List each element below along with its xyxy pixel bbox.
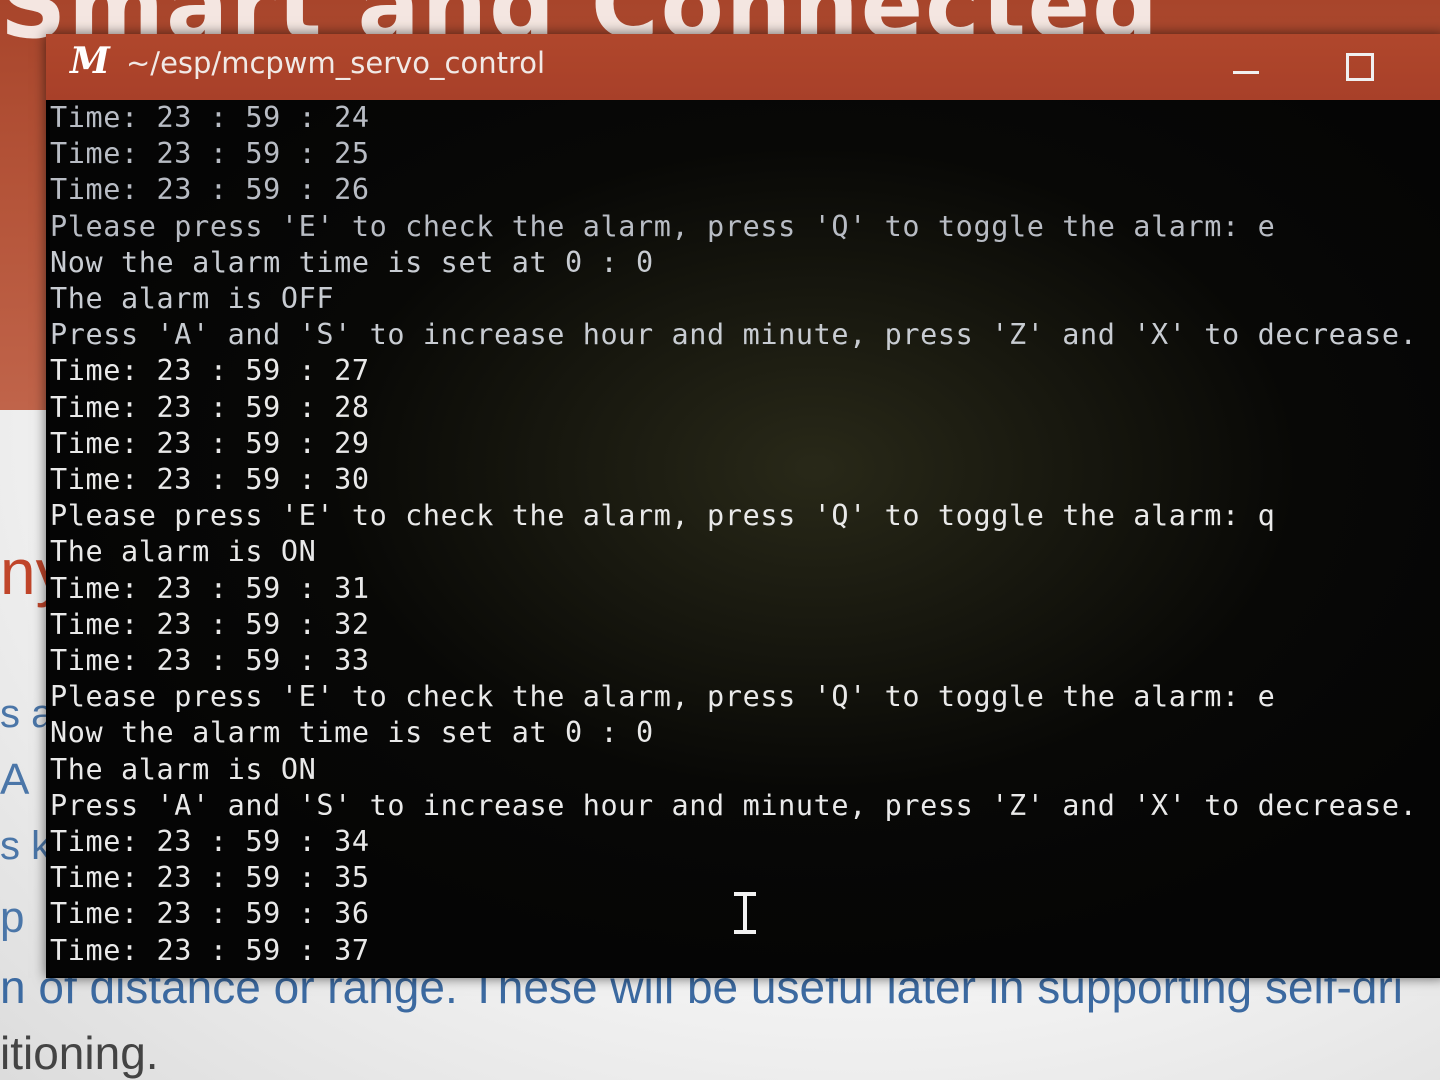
console-line: Time: 23 : 59 : 24 xyxy=(50,101,370,134)
minimize-icon xyxy=(1233,70,1259,74)
console-line: Time: 23 : 59 : 27 xyxy=(50,354,370,388)
console-line: Time: 23 : 59 : 32 xyxy=(50,607,370,641)
console-line: Time: 23 : 59 : 28 xyxy=(50,390,370,424)
console-line: Press 'A' and 'S' to increase hour and m… xyxy=(50,318,1418,352)
console-line: Time: 23 : 59 : 30 xyxy=(50,463,370,497)
console-line: Time: 23 : 59 : 33 xyxy=(50,644,370,678)
maximize-icon xyxy=(1346,53,1374,81)
maximize-button[interactable] xyxy=(1332,44,1388,90)
background-fragment-a: A xyxy=(0,755,30,804)
background-fragment-p: p xyxy=(0,893,25,942)
window-title: ~/esp/mcpwm_servo_control xyxy=(126,46,546,80)
console-line: The alarm is ON xyxy=(50,535,317,569)
console-line: Now the alarm time is set at 0 : 0 xyxy=(50,716,654,750)
console-line: The alarm is ON xyxy=(50,752,317,786)
console-line: Time: 23 : 59 : 25 xyxy=(50,137,370,171)
console-line: Please press 'E' to check the alarm, pre… xyxy=(50,680,1276,714)
console-line: Time: 23 : 59 : 26 xyxy=(50,173,370,207)
console-line: The alarm is OFF xyxy=(50,282,335,316)
minimize-button[interactable] xyxy=(1218,44,1274,90)
console-line: Time: 23 : 59 : 29 xyxy=(50,426,370,460)
text-cursor-icon xyxy=(734,892,756,934)
console-line: Time: 23 : 59 : 34 xyxy=(50,825,370,859)
terminal-window[interactable]: M ~/esp/mcpwm_servo_control Time: 23 : 5… xyxy=(46,34,1440,978)
photo-frame: Smart and Connected ny s a A s k p n of … xyxy=(0,0,1440,1080)
background-paragraph-line-2: itioning. xyxy=(0,1027,159,1079)
title-bar[interactable]: M ~/esp/mcpwm_servo_control xyxy=(46,34,1440,100)
console-line: Please press 'E' to check the alarm, pre… xyxy=(50,499,1276,533)
console-line: Time: 23 : 59 : 31 xyxy=(50,571,370,605)
console-line: Now the alarm time is set at 0 : 0 xyxy=(50,245,654,279)
console-line: Time: 23 : 59 : 37 xyxy=(50,933,370,967)
console-output[interactable]: Time: 23 : 59 : 24 Time: 23 : 59 : 25 Ti… xyxy=(50,100,1440,976)
console-line: Press 'A' and 'S' to increase hour and m… xyxy=(50,788,1418,822)
background-fragment-sk: s k xyxy=(0,824,52,868)
console-line: Please press 'E' to check the alarm, pre… xyxy=(50,209,1276,243)
mintty-icon[interactable]: M xyxy=(70,40,110,82)
